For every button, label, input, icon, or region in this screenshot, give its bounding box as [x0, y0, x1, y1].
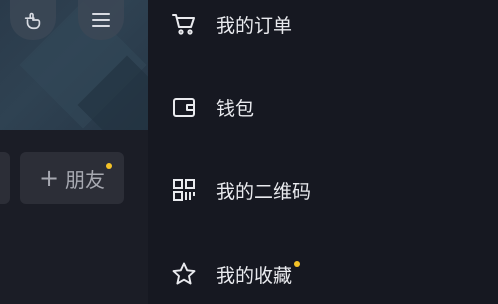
menu-item-favorites[interactable]: 我的收藏	[148, 244, 498, 304]
menu-item-label: 钱包	[216, 97, 255, 120]
notification-dot	[294, 260, 301, 267]
add-friend-button[interactable]: + 朋友	[20, 152, 124, 204]
partial-chip[interactable]	[0, 152, 10, 204]
side-drawer: 我的订单 钱包 我的二维码 我的收藏	[148, 0, 498, 304]
cart-icon	[170, 10, 198, 38]
menu-item-label: 我的收藏	[216, 260, 301, 288]
menu-button[interactable]	[78, 0, 124, 40]
wallet-icon	[170, 93, 198, 121]
menu-item-qr-code[interactable]: 我的二维码	[148, 160, 498, 220]
star-icon	[170, 260, 198, 288]
add-friend-label: 朋友	[65, 167, 106, 192]
favorites-label: 我的收藏	[216, 264, 293, 287]
plus-icon: +	[38, 164, 60, 192]
favorites-label-wrap: 我的收藏	[216, 260, 301, 287]
hand-pointer-icon	[22, 9, 44, 31]
screen: + 朋友 我的订单 钱包 我的二维码 我的收藏	[0, 0, 498, 304]
qr-code-icon	[170, 176, 198, 204]
menu-item-label: 我的二维码	[216, 180, 312, 203]
notification-dot	[106, 163, 112, 169]
background-panel: + 朋友	[0, 0, 148, 304]
menu-item-wallet[interactable]: 钱包	[148, 77, 498, 137]
hand-pointer-button[interactable]	[10, 0, 56, 40]
menu-icon	[91, 11, 111, 29]
menu-item-orders[interactable]: 我的订单	[148, 0, 498, 54]
menu-item-label: 我的订单	[216, 14, 293, 37]
